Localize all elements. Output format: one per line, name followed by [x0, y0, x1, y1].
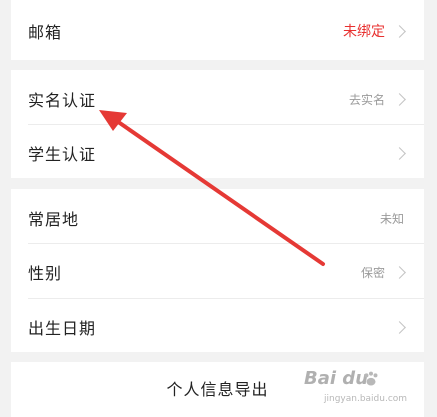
row-gender[interactable]: 性别 保密	[11, 243, 424, 301]
chevron-right-icon	[393, 146, 406, 160]
student-right	[385, 146, 406, 160]
chevron-right-icon	[393, 92, 406, 106]
residence-value: 未知	[379, 211, 404, 226]
group-contact: 邮箱 未绑定	[11, 0, 424, 60]
group-personal: 常居地 未知 性别 保密 出生日期	[11, 189, 424, 352]
chevron-right-icon	[393, 265, 406, 279]
chevron-right-icon	[393, 24, 406, 38]
row-residence[interactable]: 常居地 未知	[11, 189, 424, 247]
realname-label: 实名认证	[28, 91, 97, 110]
watermark-logo: Bai du	[304, 368, 369, 389]
student-label: 学生认证	[28, 145, 97, 164]
group-verification: 实名认证 去实名 学生认证	[11, 70, 424, 178]
row-student[interactable]: 学生认证	[11, 124, 424, 182]
row-birthday[interactable]: 出生日期	[11, 298, 424, 356]
gender-right: 保密	[360, 264, 406, 281]
birthday-label: 出生日期	[28, 319, 97, 338]
watermark-url: jingyan.baidu.com	[324, 394, 408, 404]
profile-settings-screen: 邮箱 未绑定 实名认证 去实名 学生认证 常居地 未知 性别 保密 出生日期 个…	[11, 0, 424, 417]
baidu-watermark: Bai du jingyan.baidu.com	[304, 368, 422, 412]
email-status: 未绑定	[343, 24, 385, 40]
birthday-right	[385, 320, 406, 334]
gender-value: 保密	[360, 265, 385, 280]
row-realname[interactable]: 实名认证 去实名	[11, 70, 424, 128]
paw-icon	[364, 371, 378, 386]
chevron-right-icon	[393, 320, 406, 334]
residence-label: 常居地	[28, 210, 80, 229]
gender-label: 性别	[28, 264, 63, 283]
residence-right: 未知	[380, 210, 404, 227]
realname-right: 去实名	[348, 91, 406, 108]
email-label: 邮箱	[28, 23, 63, 42]
row-email[interactable]: 邮箱 未绑定	[11, 2, 424, 60]
realname-status: 去实名	[348, 92, 385, 107]
email-right: 未绑定	[343, 21, 406, 41]
